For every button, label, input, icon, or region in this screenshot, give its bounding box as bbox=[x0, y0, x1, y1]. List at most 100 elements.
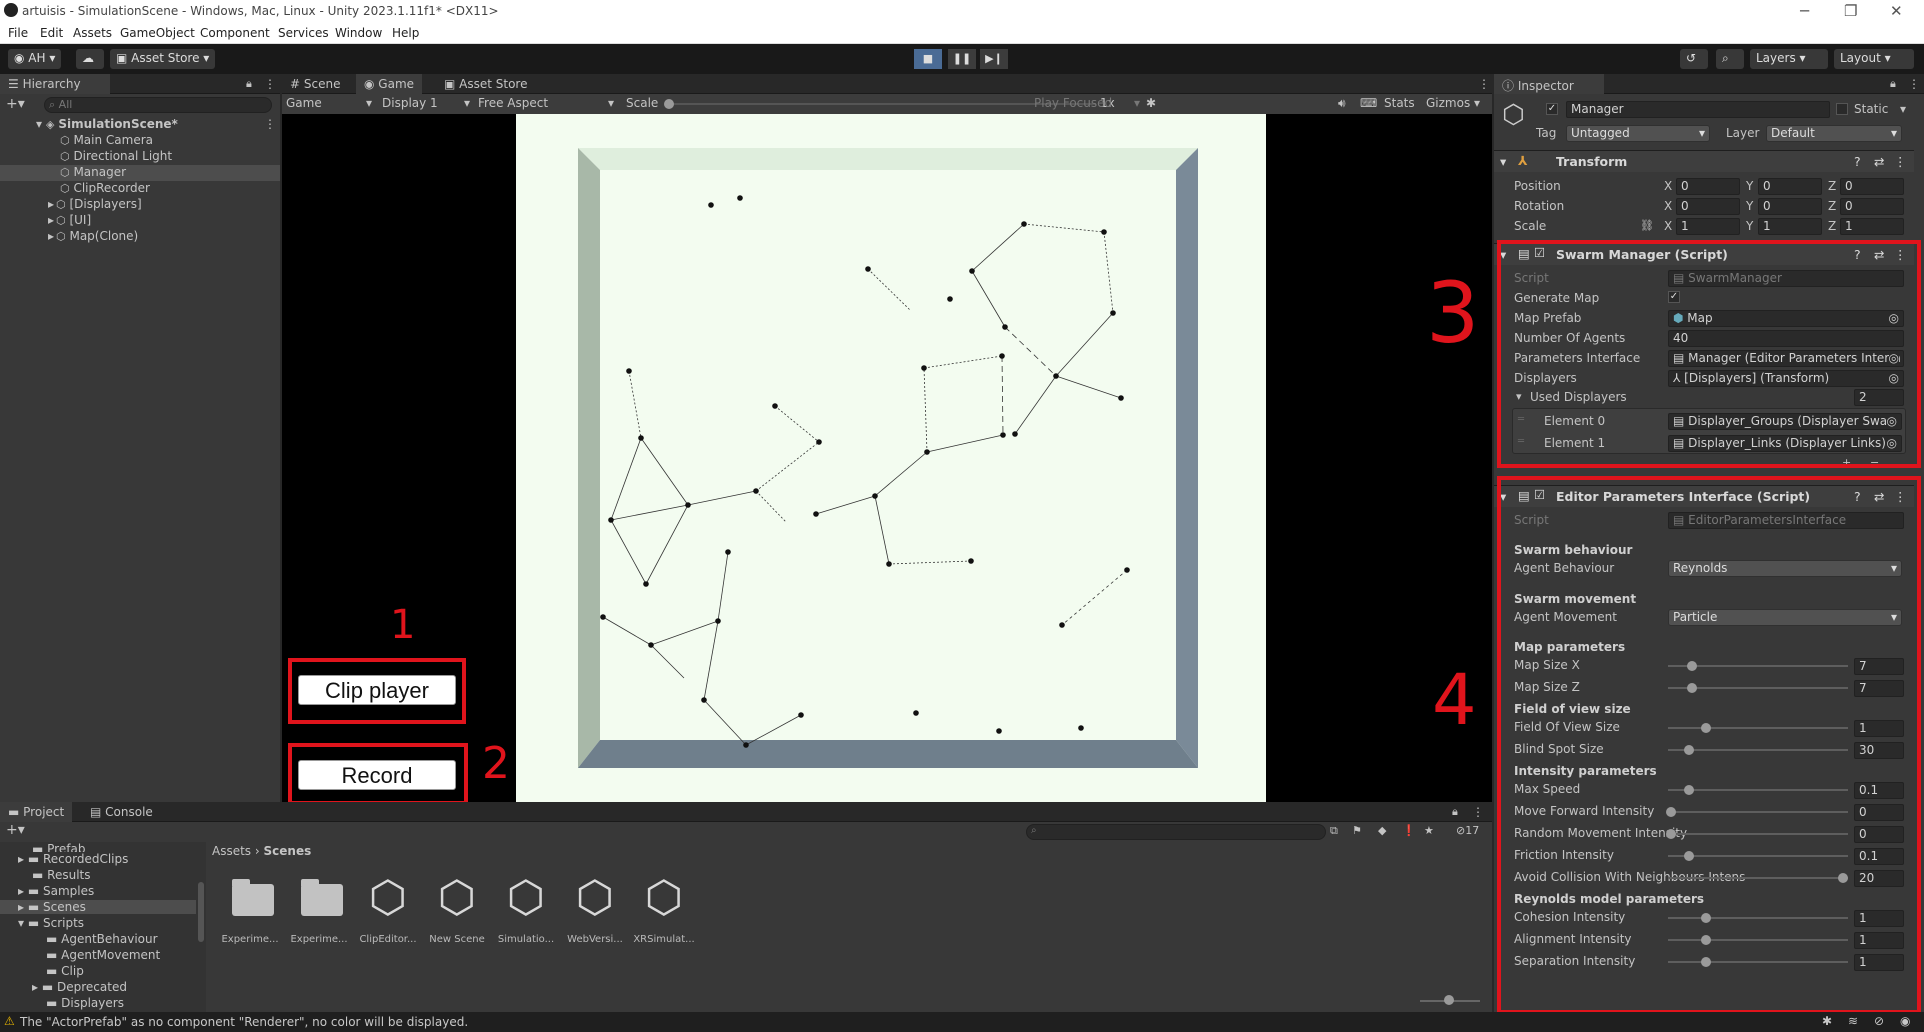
pause-button[interactable]: ❚❚ bbox=[948, 49, 976, 69]
warning-filter-icon[interactable]: ❗ bbox=[1402, 824, 1416, 837]
link-icon[interactable]: ⛓ bbox=[1640, 219, 1654, 232]
scale-slider-knob[interactable] bbox=[664, 99, 674, 109]
layout-dropdown[interactable]: Layout ▾ bbox=[1834, 49, 1914, 69]
position-y-field[interactable]: 0 bbox=[1758, 178, 1822, 195]
view-dropdown[interactable]: Game ▾ bbox=[286, 96, 372, 110]
asset-item[interactable]: ⬡ Simulatio... bbox=[494, 874, 558, 952]
star-icon[interactable]: ★ bbox=[1424, 824, 1434, 837]
search-icon[interactable]: ⌕ bbox=[1716, 49, 1744, 69]
aspect-dropdown[interactable]: Free Aspect ▾ bbox=[478, 96, 614, 110]
asset-item[interactable]: ⬡ New Scene bbox=[425, 874, 489, 952]
close-icon[interactable]: ✕ bbox=[1890, 2, 1903, 20]
active-checkbox[interactable]: ✓ bbox=[1546, 103, 1558, 115]
tree-item[interactable]: ▬ Displayers bbox=[46, 996, 124, 1010]
menu-component[interactable]: Component bbox=[200, 26, 270, 40]
asset-item[interactable]: ⬡ WebVersi... bbox=[563, 874, 627, 952]
stats-button[interactable]: Stats bbox=[1384, 96, 1415, 110]
play-mode-dropdown[interactable]: Play Focused ▾ bbox=[1034, 96, 1140, 110]
breadcrumb-assets[interactable]: Assets bbox=[212, 844, 251, 858]
add-icon[interactable]: +▾ bbox=[6, 96, 25, 112]
scale-y-field[interactable]: 1 bbox=[1758, 218, 1822, 235]
scale-z-field[interactable]: 1 bbox=[1840, 218, 1904, 235]
scale-slider[interactable] bbox=[666, 103, 1096, 105]
menu-help[interactable]: Help bbox=[392, 26, 419, 40]
hidden-count[interactable]: ⊘17 bbox=[1456, 824, 1479, 837]
expand-arrow-icon[interactable]: ▸ bbox=[48, 229, 54, 243]
expand-arrow-icon[interactable]: ▸ bbox=[48, 197, 54, 211]
icon-size-slider-knob[interactable] bbox=[1444, 995, 1454, 1005]
cloud-icon[interactable]: ☁ bbox=[76, 49, 104, 69]
tree-item[interactable]: ▸ ▬ RecordedClips bbox=[18, 852, 128, 866]
tab-asset-store[interactable]: ▣ Asset Store bbox=[436, 74, 536, 94]
kebab-menu-icon[interactable]: ⋮ bbox=[1894, 154, 1907, 169]
help-icon[interactable]: ? bbox=[1854, 154, 1861, 169]
menu-file[interactable]: File bbox=[8, 26, 28, 40]
object-name-field[interactable]: Manager bbox=[1566, 101, 1830, 118]
tab-inspector[interactable]: ⓘ Inspector bbox=[1494, 74, 1604, 94]
audio-icon[interactable]: 🔊︎ bbox=[1338, 96, 1346, 111]
project-search-input[interactable]: ⌕ bbox=[1026, 824, 1326, 840]
hierarchy-item[interactable]: ▸ ⬡ [Displayers] bbox=[0, 197, 280, 213]
step-button[interactable]: ▶❙ bbox=[980, 49, 1008, 69]
tree-item[interactable]: ▬ Prefab bbox=[32, 842, 85, 852]
kebab-menu-icon[interactable]: ⋮ bbox=[264, 117, 276, 131]
tag-icon[interactable]: ◆ bbox=[1378, 824, 1386, 837]
tab-hierarchy[interactable]: ☰ Hierarchy bbox=[0, 74, 110, 94]
tree-item[interactable]: ▬ AgentBehaviour bbox=[46, 932, 158, 946]
kebab-menu-icon[interactable]: ⋮ bbox=[1908, 77, 1920, 91]
chevron-down-icon[interactable]: ▾ bbox=[1900, 102, 1906, 116]
asset-item[interactable]: Experime... bbox=[287, 878, 351, 952]
status-message[interactable]: The "ActorPrefab" as no component "Rende… bbox=[20, 1015, 468, 1029]
cache-icon[interactable]: ⊘ bbox=[1874, 1014, 1884, 1028]
hierarchy-search-input[interactable]: ⌕ All bbox=[44, 97, 272, 113]
hierarchy-item[interactable]: ▸ ⬡ [UI] bbox=[0, 213, 280, 229]
maximize-icon[interactable]: ❐ bbox=[1844, 2, 1857, 20]
rotation-z-field[interactable]: 0 bbox=[1840, 198, 1904, 215]
tab-game[interactable]: ◉ Game bbox=[356, 74, 423, 94]
tab-project[interactable]: ▬ Project bbox=[0, 802, 73, 822]
asset-store-button[interactable]: ▣ Asset Store ▾ bbox=[110, 49, 216, 69]
menu-edit[interactable]: Edit bbox=[40, 26, 63, 40]
tab-console[interactable]: ▤ Console bbox=[82, 802, 161, 822]
tree-scrollbar[interactable] bbox=[198, 882, 204, 942]
kebab-menu-icon[interactable]: ⋮ bbox=[1478, 77, 1490, 91]
bug-icon[interactable]: ✱ bbox=[1822, 1014, 1832, 1028]
preset-icon[interactable]: ⇄ bbox=[1874, 154, 1884, 169]
hierarchy-item-selected[interactable]: ⬡ Manager bbox=[0, 165, 280, 181]
history-icon[interactable]: ↺ bbox=[1680, 49, 1708, 69]
add-icon[interactable]: +▾ bbox=[6, 822, 25, 838]
scene-row[interactable]: ▾ ◈ SimulationScene* ⋮ bbox=[0, 117, 280, 133]
check-icon[interactable]: ◉ bbox=[1900, 1014, 1910, 1028]
menu-window[interactable]: Window bbox=[335, 26, 382, 40]
gizmos-button[interactable]: Gizmos ▾ bbox=[1426, 96, 1480, 110]
tag-dropdown[interactable]: Untagged ▾ bbox=[1566, 125, 1710, 142]
asset-item[interactable]: ⬡ XRSimulat... bbox=[632, 874, 696, 952]
minimize-icon[interactable]: ─ bbox=[1800, 2, 1809, 20]
breadcrumb-scenes[interactable]: Scenes bbox=[264, 844, 312, 858]
static-checkbox[interactable] bbox=[1836, 103, 1848, 115]
display-dropdown[interactable]: Display 1 ▾ bbox=[382, 96, 470, 110]
menu-services[interactable]: Services bbox=[278, 26, 329, 40]
tree-item-selected[interactable]: ▸ ▬ Scenes bbox=[0, 900, 196, 914]
position-x-field[interactable]: 0 bbox=[1676, 178, 1740, 195]
debug-icon[interactable]: ✱ bbox=[1146, 96, 1156, 110]
hierarchy-item[interactable]: ⬡ Main Camera bbox=[0, 133, 280, 149]
rotation-y-field[interactable]: 0 bbox=[1758, 198, 1822, 215]
lock-icon[interactable]: 🔒︎ bbox=[246, 77, 252, 91]
kebab-menu-icon[interactable]: ⋮ bbox=[264, 77, 276, 91]
keyboard-icon[interactable]: ⌨ bbox=[1360, 96, 1377, 110]
transform-header[interactable]: ▾ ⅄ Transform ? ⇄ ⋮ bbox=[1494, 150, 1914, 172]
lock-icon[interactable]: 🔒︎ bbox=[1452, 805, 1458, 819]
tree-item[interactable]: ▬ Clip bbox=[46, 964, 84, 978]
filter-type-icon[interactable]: ⧉ bbox=[1330, 824, 1338, 838]
filter-label-icon[interactable]: ⚑ bbox=[1352, 824, 1362, 837]
layer-dropdown[interactable]: Default ▾ bbox=[1766, 125, 1902, 142]
layers-dropdown[interactable]: Layers ▾ bbox=[1750, 49, 1828, 69]
tree-item[interactable]: ▾ ▬ Scripts bbox=[18, 916, 84, 930]
tab-scene[interactable]: # Scene bbox=[282, 74, 348, 94]
layers-icon[interactable]: ≋ bbox=[1848, 1014, 1858, 1028]
asset-item[interactable]: Experime... bbox=[218, 878, 282, 952]
hierarchy-item[interactable]: ⬡ Directional Light bbox=[0, 149, 280, 165]
hierarchy-item[interactable]: ▸ ⬡ Map(Clone) bbox=[0, 229, 280, 245]
kebab-menu-icon[interactable]: ⋮ bbox=[1472, 805, 1484, 819]
